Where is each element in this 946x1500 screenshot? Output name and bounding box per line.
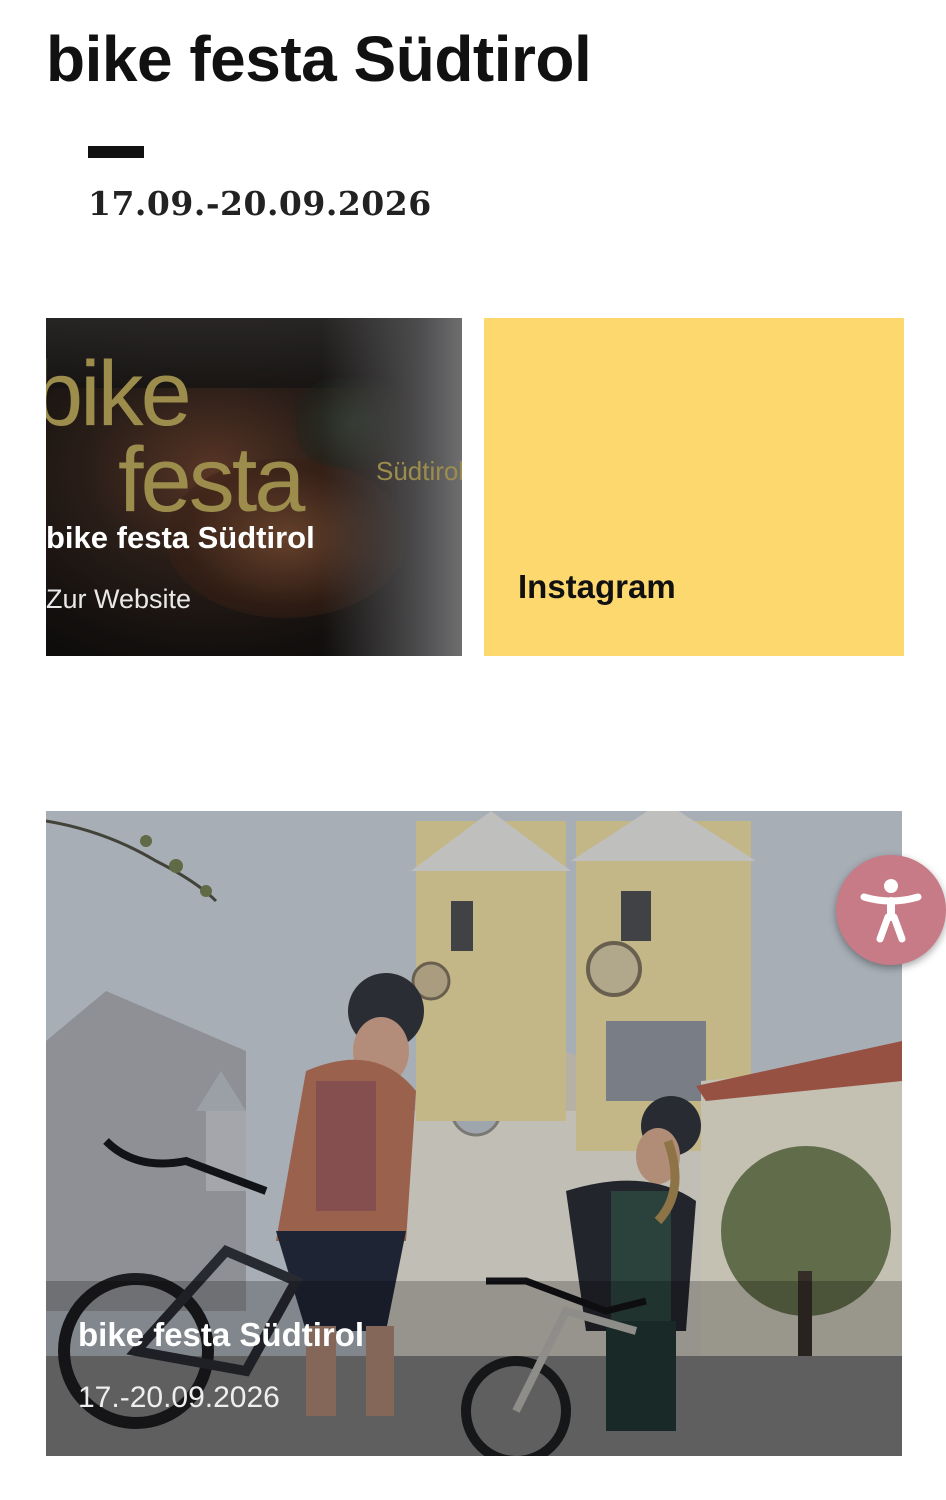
instagram-label: Instagram [518, 568, 676, 605]
cyclists-cathedral-photo [46, 811, 902, 1456]
photo-card-title: bike festa Südtirol [78, 1316, 365, 1353]
event-date: 17.09.-20.09.2026 [88, 184, 432, 223]
event-photo-card[interactable]: bike festa Südtirol 17.-20.09.2026 [46, 811, 902, 1456]
page-title: bike festa Südtirol [46, 23, 592, 95]
website-card[interactable]: bike festa Südtirol bike festa Südtirol … [46, 318, 462, 656]
website-card-title: bike festa Südtirol [46, 520, 315, 555]
title-divider [88, 146, 144, 158]
accessibility-button[interactable] [836, 855, 946, 965]
website-link[interactable]: Zur Website [46, 584, 191, 615]
instagram-card[interactable]: Instagram [484, 318, 904, 656]
accessibility-person-icon [860, 879, 922, 943]
photo-card-date: 17.-20.09.2026 [78, 1381, 280, 1414]
